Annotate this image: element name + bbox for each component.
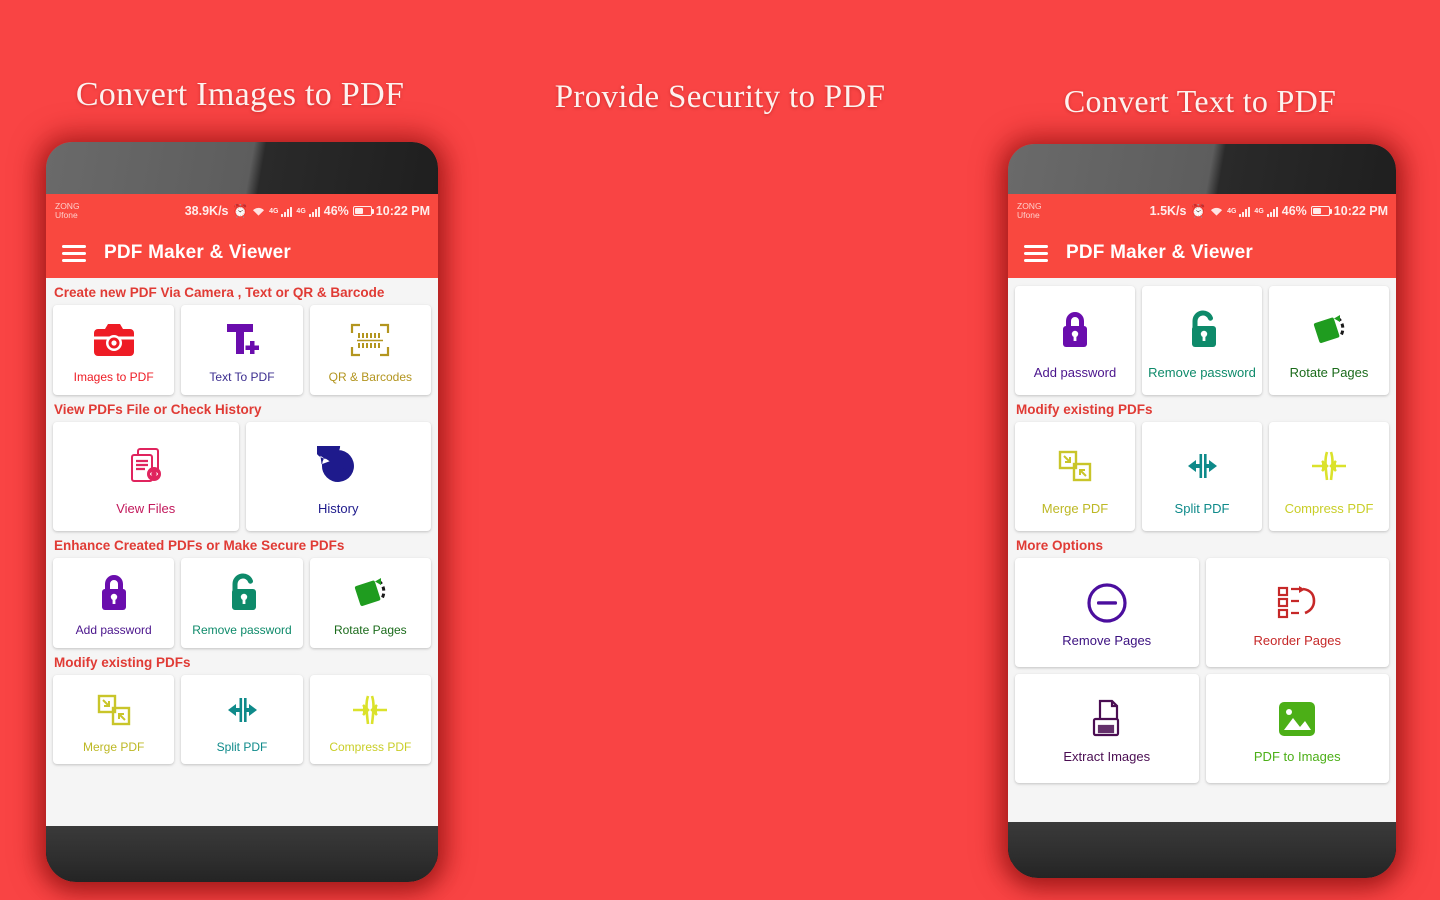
carrier-line-2: Ufone (55, 210, 78, 220)
card-qr-barcodes[interactable]: QR & Barcodes (309, 305, 431, 395)
card-label: History (318, 500, 359, 516)
closed-lock-icon (97, 570, 131, 616)
section-title: View PDFs File or Check History (54, 401, 262, 417)
card-label: View Files (116, 500, 176, 516)
panel-heading-2: Convert Text to PDF (1063, 83, 1337, 119)
battery-percent: 46% (323, 204, 349, 218)
card-label: Add password (75, 622, 152, 637)
card-merge-pdf[interactable]: Merge PDF (53, 674, 175, 765)
card-label: Images to PDF (73, 370, 154, 384)
promo-panel-convert-images: Convert Images to PDF ZONG Ufone 38.9K/s… (0, 0, 480, 900)
panel-heading-1: Provide Security to PDF (554, 79, 886, 115)
battery-icon (352, 206, 375, 216)
phone-top-bezel (46, 142, 438, 194)
camera-icon (93, 317, 135, 363)
open-lock-icon (224, 570, 260, 616)
phone-screen-0: ZONG Ufone 38.9K/s ⏰ 4G 4G 46% 10:22 PM … (46, 194, 438, 826)
status-icons: 38.9K/s ⏰ 4G 4G 46% 10:22 PM (185, 204, 430, 219)
app-title: PDF Maker & Viewer (104, 242, 291, 263)
sim2-label: 4G (296, 207, 306, 215)
card-compress-pdf[interactable]: Compress PDF (309, 674, 431, 765)
card-view-files[interactable]: View Files (53, 421, 239, 531)
card-grid: View Files History (46, 421, 438, 531)
signal-bars-sim1 (281, 206, 293, 217)
card-split-pdf[interactable]: Split PDF (181, 674, 303, 765)
card-add-password[interactable]: Add password (53, 557, 175, 648)
compress-icon (349, 687, 391, 733)
card-grid: Add password Remove password Rotate Page… (46, 557, 438, 648)
card-label: Rotate Pages (333, 622, 407, 637)
card-grid: Images to PDF Text To PDF QR & Barcodes (46, 305, 438, 395)
split-icon (221, 687, 263, 733)
section-title: Enhance Created PDFs or Make Secure PDFs (54, 537, 345, 553)
clock-time: 10:22 PM (375, 204, 430, 218)
promo-panel-convert-text: Convert Text to PDF ZONG Ufone 10.3K/s ⏰ (960, 0, 1440, 900)
promo-panel-provide-security: Provide Security to PDF ZONG Ufone 1.5K/… (480, 0, 1396, 900)
barcode-scan-icon (350, 317, 390, 363)
screen-content-0: Create new PDF Via Camera , Text or QR &… (46, 278, 438, 826)
section-title: Modify existing PDFs (54, 654, 191, 670)
card-label: Text To PDF (209, 370, 275, 384)
card-rotate-pages[interactable]: Rotate Pages (309, 557, 431, 648)
sim1-label: 4G (269, 207, 279, 215)
app-bar: PDF Maker & Viewer (46, 228, 438, 278)
card-label: QR & Barcodes (328, 370, 412, 384)
card-remove-password[interactable]: Remove password (181, 557, 303, 648)
rotate-page-icon (349, 570, 391, 616)
signal-bars-sim2 (308, 206, 320, 217)
card-grid: Merge PDF Split PDF Compress PDF (46, 674, 438, 765)
network-speed: 38.9K/s (184, 204, 229, 218)
card-text-to-pdf[interactable]: Text To PDF (181, 305, 303, 395)
phone-mockup-0: ZONG Ufone 38.9K/s ⏰ 4G 4G 46% 10:22 PM … (46, 142, 438, 882)
history-clock-icon (317, 440, 359, 492)
card-history[interactable]: History (245, 421, 431, 531)
hamburger-menu-icon[interactable] (62, 244, 86, 262)
wifi-icon (252, 206, 265, 217)
phone-bottom-bezel (46, 826, 438, 882)
card-label: Remove password (192, 622, 292, 637)
card-label: Merge PDF (82, 739, 145, 754)
section-title: Create new PDF Via Camera , Text or QR &… (54, 285, 385, 300)
document-eye-icon (125, 440, 167, 492)
card-label: Split PDF (216, 739, 268, 754)
screenshot-stage: Convert Images to PDF ZONG Ufone 38.9K/s… (0, 0, 1440, 900)
alarm-icon: ⏰ (232, 203, 249, 218)
merge-icon (95, 687, 133, 733)
panel-heading-0: Convert Images to PDF (75, 76, 405, 113)
status-bar: ZONG Ufone 38.9K/s ⏰ 4G 4G 46% 10:22 PM (46, 194, 438, 228)
text-plus-icon (222, 317, 262, 363)
card-label: Compress PDF (329, 739, 412, 754)
carrier-label: ZONG Ufone (55, 202, 80, 220)
card-images-to-pdf[interactable]: Images to PDF (53, 305, 175, 395)
